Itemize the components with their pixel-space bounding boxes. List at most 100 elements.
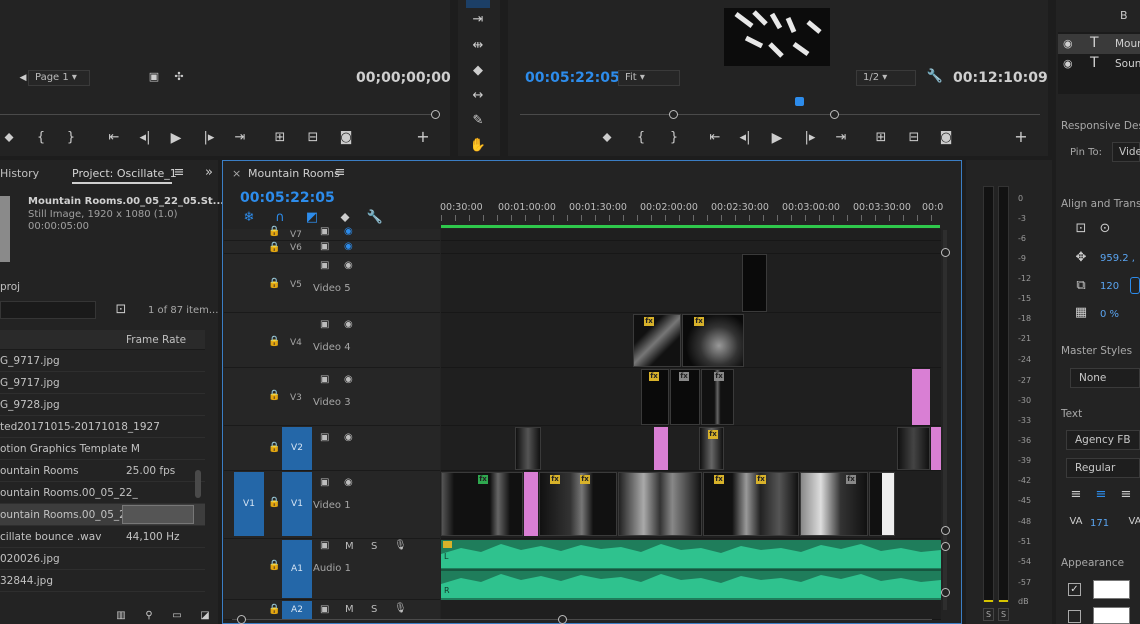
solo-right-button[interactable]: S [998,608,1009,621]
lane-v6[interactable] [441,241,941,254]
clip-v2[interactable] [897,427,930,470]
safe-margins-icon[interactable]: ▣ [145,69,163,85]
lane-a2[interactable] [441,600,941,620]
vscroll-handle[interactable] [941,588,950,597]
lane-v7[interactable] [441,229,941,241]
linked-selection-icon[interactable]: ◩ [303,210,321,226]
play-icon[interactable]: ▶ [768,130,786,146]
list-item[interactable]: 020026.jpg [0,548,205,570]
fill-checkbox[interactable]: ✓ [1068,583,1081,596]
pin-to-select[interactable]: Video [1112,142,1140,162]
layer-name[interactable]: Moun [1115,38,1140,50]
clip-v1[interactable]: fx fx [539,472,617,536]
play-icon[interactable]: ▶ [167,130,185,146]
timeline-vscroll[interactable] [943,230,947,610]
program-zoom-left[interactable] [669,110,678,119]
list-item[interactable]: ountain Rooms.00_05_22_ [0,482,205,504]
mark-out-icon[interactable]: } [665,130,683,146]
lock-icon[interactable]: 🔒 [268,242,280,253]
stroke-color-swatch[interactable] [1093,607,1130,624]
expand-panels-icon[interactable]: » [200,165,218,181]
razor-icon[interactable]: ◆ [469,63,487,79]
export-frame-icon[interactable]: ◙ [937,130,955,146]
lock-icon[interactable]: 🔒 [268,442,280,453]
mark-out-icon[interactable]: } [62,130,80,146]
lock-icon[interactable]: 🔒 [268,497,280,508]
align-right-icon[interactable]: ≡ [1117,487,1135,503]
align-left-icon[interactable]: ≡ [1067,487,1085,503]
mark-in-icon[interactable]: { [32,130,50,146]
eye-icon[interactable]: ◉ [344,432,353,443]
film-icon[interactable]: ▣ [320,241,329,252]
drag-video-icon[interactable]: ✣ [170,69,188,85]
project-scrollbar[interactable] [195,470,201,498]
solo-button[interactable]: S [371,604,377,615]
hscroll-right-handle[interactable] [558,615,567,624]
search-icon[interactable]: ⚲ [140,608,158,624]
track-select-icon[interactable]: ⇥ [469,12,487,28]
lock-icon[interactable]: 🔒 [268,336,280,347]
eye-icon[interactable]: ◉ [344,477,353,488]
settings-wrench-icon[interactable]: 🔧 [926,69,944,85]
clip-v2[interactable]: fx [699,427,724,470]
mute-button[interactable]: M [345,541,354,552]
pen-icon[interactable]: ✎ [469,113,487,129]
align-icon[interactable]: ⊡ [1072,221,1090,237]
track-target-v2[interactable]: V2 [282,427,312,470]
position-icon[interactable]: ✥ [1072,250,1090,266]
align-center-icon[interactable]: ⊙ [1096,221,1114,237]
clip-v2-graphic[interactable] [931,427,941,470]
film-icon[interactable]: ▣ [320,604,329,615]
extract-icon[interactable]: ⊟ [905,130,923,146]
clip-v1[interactable]: fx [800,472,868,536]
list-item[interactable]: 32844.jpg [0,570,205,592]
film-icon[interactable]: ▣ [320,432,329,443]
lock-icon[interactable]: 🔒 [268,604,280,615]
timeline-close[interactable]: × [232,167,241,180]
film-icon[interactable]: ▣ [320,477,329,488]
nest-icon[interactable]: ❄ [240,210,258,226]
clip-v5[interactable] [742,254,767,312]
clip-v4[interactable]: fx [633,314,681,367]
clip-v1[interactable] [618,472,702,536]
tracking-value[interactable]: 171 [1090,518,1109,529]
clip-v3-graphic[interactable] [912,369,930,425]
clip-v3[interactable]: fx [641,369,669,425]
hand-icon[interactable]: ✋ [469,138,487,154]
film-icon[interactable]: ▣ [320,319,329,330]
step-back-icon[interactable]: ◂| [136,130,154,146]
layer-name[interactable]: Sound [1115,58,1140,70]
list-item[interactable]: otion Graphics Template M [0,438,205,460]
go-to-out-icon[interactable]: ⇥ [832,130,850,146]
vscroll-top-handle[interactable] [941,248,950,257]
find-bin-icon[interactable]: ⊡ [112,302,130,318]
clip-v1[interactable] [869,472,895,536]
mic-icon[interactable]: 🎙 [394,540,407,551]
clip-v3[interactable]: fx [701,369,734,425]
list-item-selected[interactable]: ountain Rooms.00_05_22_ [0,504,205,526]
vscroll-handle[interactable] [941,526,950,535]
tab-project[interactable]: Project: Oscillate_1 [72,167,177,180]
stroke-checkbox[interactable] [1068,610,1081,623]
film-icon[interactable]: ▣ [320,374,329,385]
timeline-menu-icon[interactable]: ≡ [331,165,349,181]
panel-menu-icon[interactable]: ≡ [170,165,188,181]
tracking-icon[interactable]: VA [1067,514,1085,530]
go-to-in-icon[interactable]: ⇤ [105,130,123,146]
program-scrubber[interactable] [520,114,1040,115]
list-view-icon[interactable]: ▥ [112,608,130,624]
eye-icon[interactable]: ◉ [344,374,353,385]
lane-v5[interactable] [441,254,941,313]
source-patch-v1[interactable]: V1 [234,472,264,536]
scale-icon[interactable]: ⧉ [1072,278,1090,294]
program-zoom-right[interactable] [830,110,839,119]
search-field[interactable] [0,301,96,319]
solo-left-button[interactable]: S [983,608,994,621]
clip-v3[interactable]: fx [670,369,700,425]
list-item[interactable]: G_9717.jpg [0,372,205,394]
add-marker-icon[interactable]: ⬥ [598,130,616,146]
go-to-in-icon[interactable]: ⇤ [706,130,724,146]
lock-icon[interactable]: 🔒 [268,278,280,289]
clip-v1-graphic[interactable] [524,472,538,536]
overwrite-icon[interactable]: ⊟ [304,130,322,146]
